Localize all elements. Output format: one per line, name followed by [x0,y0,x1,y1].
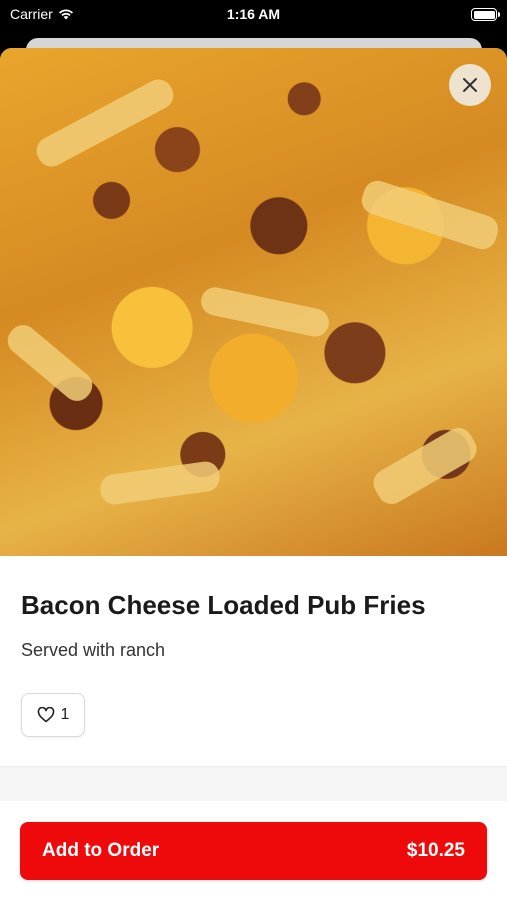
status-bar: Carrier 1:16 AM [0,0,507,30]
add-to-order-button[interactable]: Add to Order $10.25 [20,822,487,880]
like-button[interactable]: 1 [21,693,85,737]
item-description: Served with ranch [21,640,166,660]
close-button[interactable] [449,64,491,106]
close-icon [463,78,477,92]
status-time: 1:16 AM [226,6,281,22]
item-detail-sheet: Bacon Cheese Loaded Pub Fries Served wit… [0,48,507,900]
add-to-order-label: Add to Order [42,840,160,861]
like-count: 1 [60,706,70,723]
item-price: $10.25 [406,840,465,861]
order-footer: Add to Order $10.25 [0,801,507,900]
food-photo [0,48,507,556]
heart-icon [37,707,54,723]
battery-icon [471,8,500,21]
item-title: Bacon Cheese Loaded Pub Fries [21,590,426,620]
